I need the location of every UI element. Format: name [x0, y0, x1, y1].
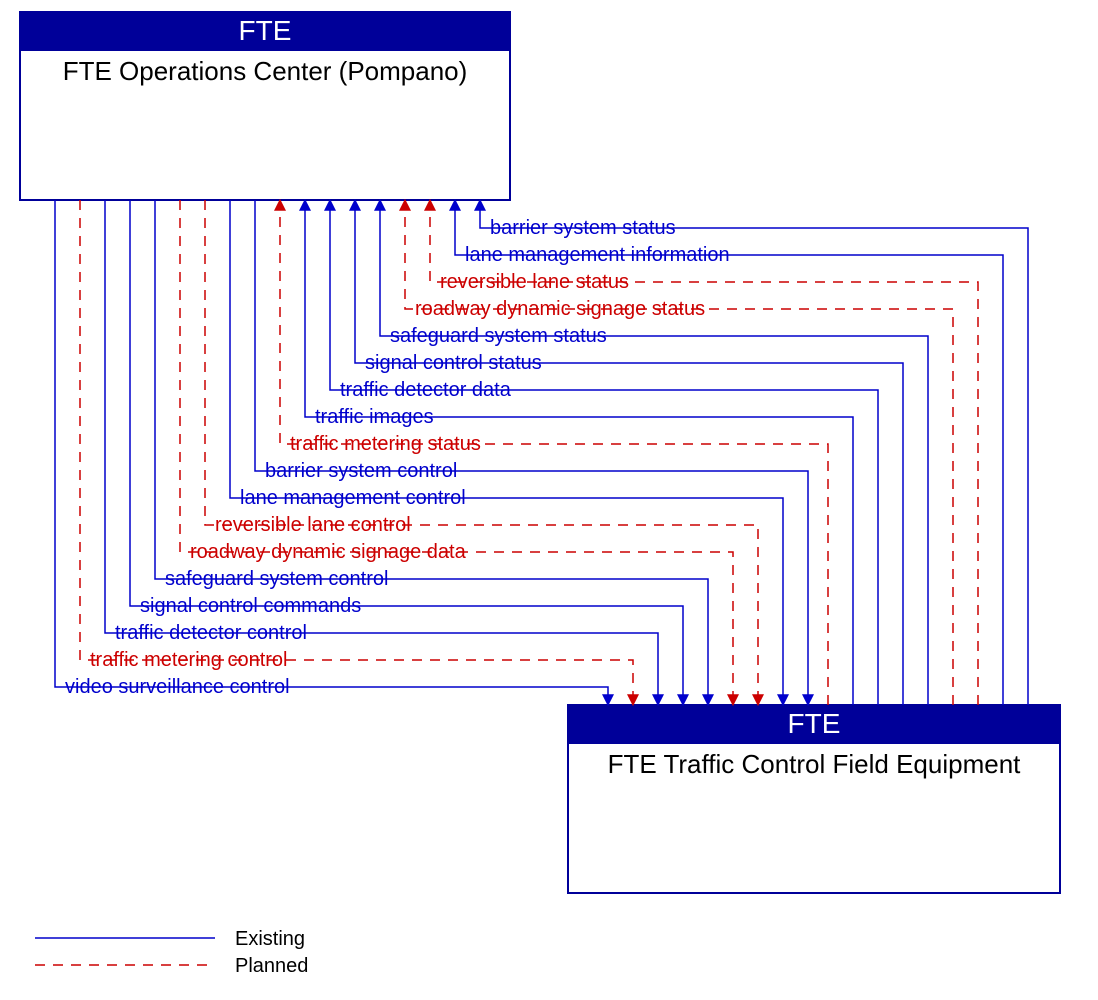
flow-label: traffic images — [315, 406, 434, 428]
flows: barrier system status lane management inf… — [55, 200, 1028, 705]
flow-label: traffic metering control — [90, 649, 288, 671]
legend-planned-label: Planned — [235, 955, 308, 977]
flow-label: signal control commands — [140, 595, 361, 617]
flow-label: traffic detector data — [340, 379, 512, 401]
node-bottom: FTE FTE Traffic Control Field Equipment — [568, 705, 1060, 893]
flow-label: signal control status — [365, 352, 542, 374]
flow-label: barrier system status — [490, 217, 676, 239]
node-top: FTE FTE Operations Center (Pompano) — [20, 12, 510, 200]
node-bottom-header: FTE — [788, 708, 841, 739]
flow-label: reversible lane status — [440, 271, 629, 293]
node-top-body: FTE Operations Center (Pompano) — [63, 56, 468, 86]
flow-label: safeguard system control — [165, 568, 388, 590]
flow-label: traffic detector control — [115, 622, 307, 644]
node-bottom-body: FTE Traffic Control Field Equipment — [608, 749, 1022, 779]
flow-label: reversible lane control — [215, 514, 411, 536]
architecture-flow-diagram: FTE FTE Operations Center (Pompano) FTE … — [0, 0, 1098, 1000]
flow-label: barrier system control — [265, 460, 457, 482]
legend-existing-label: Existing — [235, 928, 305, 950]
node-top-header: FTE — [239, 15, 292, 46]
flow-label: lane management control — [240, 487, 466, 509]
legend: Existing Planned — [35, 928, 308, 977]
flow-label: traffic metering status — [290, 433, 481, 455]
flow-label: roadway dynamic signage data — [190, 541, 467, 563]
flow-label: safeguard system status — [390, 325, 607, 347]
flow-label: lane management information — [465, 244, 730, 266]
flow-label: video surveillance control — [65, 676, 290, 698]
flow-label: roadway dynamic signage status — [415, 298, 705, 320]
